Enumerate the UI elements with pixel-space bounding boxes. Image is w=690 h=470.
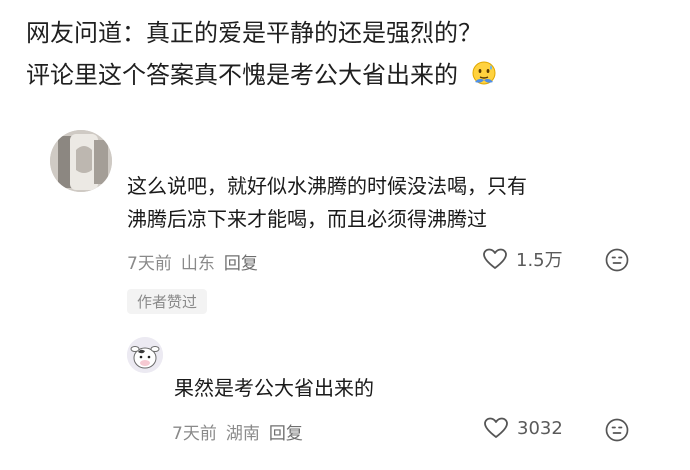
sweating-hug-emoji-icon [472, 61, 496, 85]
reply-commenter-avatar[interactable] [127, 337, 163, 373]
commenter-avatar[interactable] [50, 130, 112, 192]
comment-time: 7天前 [127, 254, 172, 274]
avatar-cow-icon [127, 337, 163, 373]
like-button[interactable]: 1.5万 [482, 246, 563, 272]
post-title-line-2: 评论里这个答案真不愧是考公大省出来的 [26, 60, 498, 90]
author-liked-badge: 作者赞过 [127, 289, 208, 314]
reply-button[interactable]: 回复 [224, 249, 258, 274]
unhappy-face-icon[interactable] [605, 418, 629, 442]
reply-comment-location: 湖南 [225, 424, 260, 444]
reply-like-button[interactable]: 3032 [483, 416, 563, 440]
unhappy-face-icon[interactable] [605, 248, 629, 272]
reply-comment-meta: 7天前 湖南 回复 [172, 419, 303, 444]
reply-comment-time: 7天前 [172, 424, 217, 444]
heart-outline-icon [483, 248, 507, 269]
comment-text-line-1: 这么说吧，就好似水沸腾的时候没法喝，只有 [127, 174, 527, 198]
comment-text-line-2: 沸腾后凉下来才能喝，而且必须得沸腾过 [127, 207, 487, 231]
reply-like-count: 3032 [517, 417, 563, 439]
comment-meta: 7天前 山东 回复 [127, 249, 258, 274]
post-title-line-1: 网友问道：真正的爱是平静的还是强烈的？ [26, 19, 482, 47]
reply-comment-text: 果然是考公大省出来的 [174, 376, 374, 400]
reply-reply-button[interactable]: 回复 [269, 419, 303, 444]
post-title-line-2-text: 评论里这个答案真不愧是考公大省出来的 [26, 61, 458, 89]
like-count: 1.5万 [516, 250, 563, 271]
comment-location: 山东 [180, 254, 215, 274]
heart-outline-icon [484, 417, 508, 438]
avatar-photo-icon [50, 130, 112, 192]
